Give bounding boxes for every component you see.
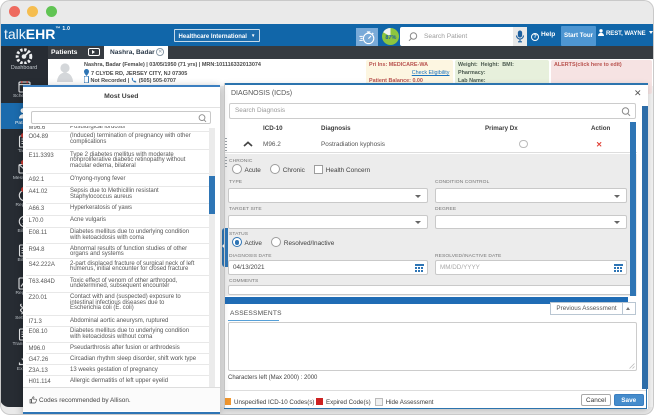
- svg-text:87%: 87%: [385, 35, 396, 41]
